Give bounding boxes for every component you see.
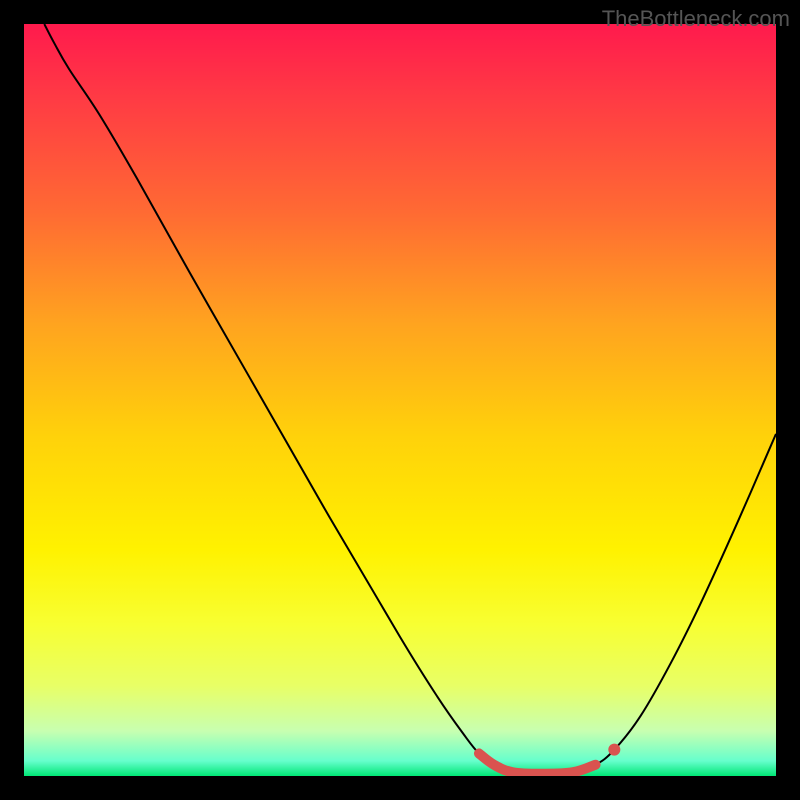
chart-svg: [24, 24, 776, 776]
chart-plot-area: [24, 24, 776, 776]
highlight-dot: [608, 744, 620, 756]
chart-background: [24, 24, 776, 776]
watermark-text: TheBottleneck.com: [602, 6, 790, 32]
